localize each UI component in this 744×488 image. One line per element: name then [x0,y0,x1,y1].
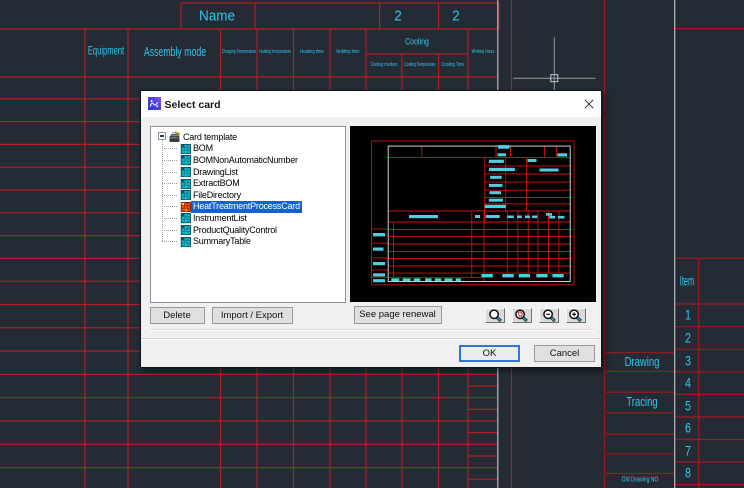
tree-item[interactable]: ExtractBOM [151,178,345,190]
tree-root-label[interactable]: Card template [181,132,239,143]
tree-item-label[interactable]: HeatTreatmentProcessCard [191,201,302,212]
see-page-renewal-button[interactable]: See page renewal [354,306,442,324]
card-icon [180,225,192,235]
label-drawing: Drawing [625,356,660,369]
close-button[interactable] [578,94,599,114]
tree-item[interactable]: SummaryTable [151,236,345,248]
dialog-title: Select card [165,99,221,111]
zoom-window-icon [488,309,503,323]
item-number-7: 7 [684,444,690,458]
card-icon [180,155,192,165]
tree-connector [162,230,178,231]
tree-item[interactable]: BOMNonAutomaticNumber [151,155,345,167]
tree-connector [162,148,178,149]
item-table-lines [675,29,744,488]
header-charging-temperature: Charging Temperature [221,50,255,56]
zoom-in-icon [568,309,583,323]
card-template-icon [169,131,180,143]
tree-connector [162,218,178,219]
label-old-drawing-no: Old Drawing NO [621,477,658,484]
footer-separator [141,338,601,340]
card-icon [180,179,192,189]
header-heating-time: Heating time [300,50,323,56]
item-number-1: 1 [684,309,690,323]
tree-item-label[interactable]: InstrumentList [191,213,249,224]
crosshair-cursor [513,37,595,90]
card-icon [180,237,192,247]
label-cell-lines [606,353,674,474]
card-preview[interactable] [350,126,596,302]
import-export-button[interactable]: Import / Export [212,307,293,324]
select-card-dialog: Select card Card template [140,90,602,368]
zoom-out-button[interactable] [539,308,559,323]
tree-item-label[interactable]: FileDirectory [191,190,243,201]
item-column-header: Item [679,274,693,288]
tree-item[interactable]: ProductQualityControl [151,224,345,236]
zoom-page-preview-icon [514,309,529,323]
zoom-window-button[interactable] [485,308,505,323]
card-template-tree[interactable]: Card template BOM BOMNonAutomaticNumber [150,126,346,303]
header-cooling: Cooling [405,37,429,46]
tree-item-list: BOM BOMNonAutomaticNumber DrawingList [151,143,345,247]
zoom-out-icon [542,309,557,323]
tree-connector [162,160,178,161]
tree-item[interactable]: HeatTreatmentProcessCard [151,201,345,213]
header-equipment: Equipment [88,46,124,58]
tree-item-label[interactable]: SummaryTable [191,236,253,247]
tree-connector-vertical [162,140,163,242]
item-number-4: 4 [684,376,690,390]
header-cooling-time: Cooling Time [442,63,465,69]
item-number-2: 2 [684,331,690,345]
tree-item-label[interactable]: DrawingList [191,167,240,178]
card-icon [180,144,192,154]
item-number-6: 6 [684,421,690,435]
tree-item-label[interactable]: ExtractBOM [191,178,242,189]
header-cooling-medium: Cooling medium [371,63,398,69]
tree-item[interactable]: DrawingList [151,166,345,178]
tree-connector [162,241,178,242]
header-heating-temperature: Heating temperature [259,50,291,56]
tree-item-label[interactable]: ProductQualityControl [191,225,279,236]
cad-screen: { "background": { "top_row": {"name_labe… [0,0,744,488]
tree-root[interactable]: Card template [151,130,345,143]
tree-item[interactable]: FileDirectory [151,189,345,201]
card-icon [180,190,192,200]
delete-button[interactable]: Delete [150,307,205,324]
ok-button[interactable]: OK [459,345,520,362]
tree-connector [162,206,178,207]
tree-connector [162,183,178,184]
label-tracing: Tracing [626,396,657,409]
header-cooling-temperature: Cooling Temperature [404,63,435,69]
item-number-3: 3 [684,354,690,368]
tree-item[interactable]: InstrumentList [151,213,345,225]
cancel-button[interactable]: Cancel [534,345,595,362]
header-assembly-mode: Assembly mode [144,45,206,58]
item-number-8: 8 [684,467,690,481]
close-icon [584,99,594,109]
header-working-hours: Working Hours [472,50,495,56]
card-icon [180,213,192,223]
tree-connector [162,195,178,196]
header-holding-time: Holding time [336,50,359,56]
cell-value-b: 2 [452,9,460,24]
tree-item-label[interactable]: BOM [191,143,215,154]
card-icon [180,167,192,177]
tree-item[interactable]: BOM [151,143,345,155]
tree-connector [162,172,178,173]
tree-item-label[interactable]: BOMNonAutomaticNumber [191,155,300,166]
group-separator [149,329,595,331]
zoom-in-button[interactable] [566,308,586,323]
dialog-titlebar[interactable]: Select card [141,91,601,117]
zoom-page-preview-button[interactable] [512,308,532,323]
card-icon [180,202,192,212]
item-number-5: 5 [684,399,690,413]
cell-name-label: Name [199,9,235,24]
app-logo-icon [148,97,161,110]
cell-value-a: 2 [394,9,402,24]
